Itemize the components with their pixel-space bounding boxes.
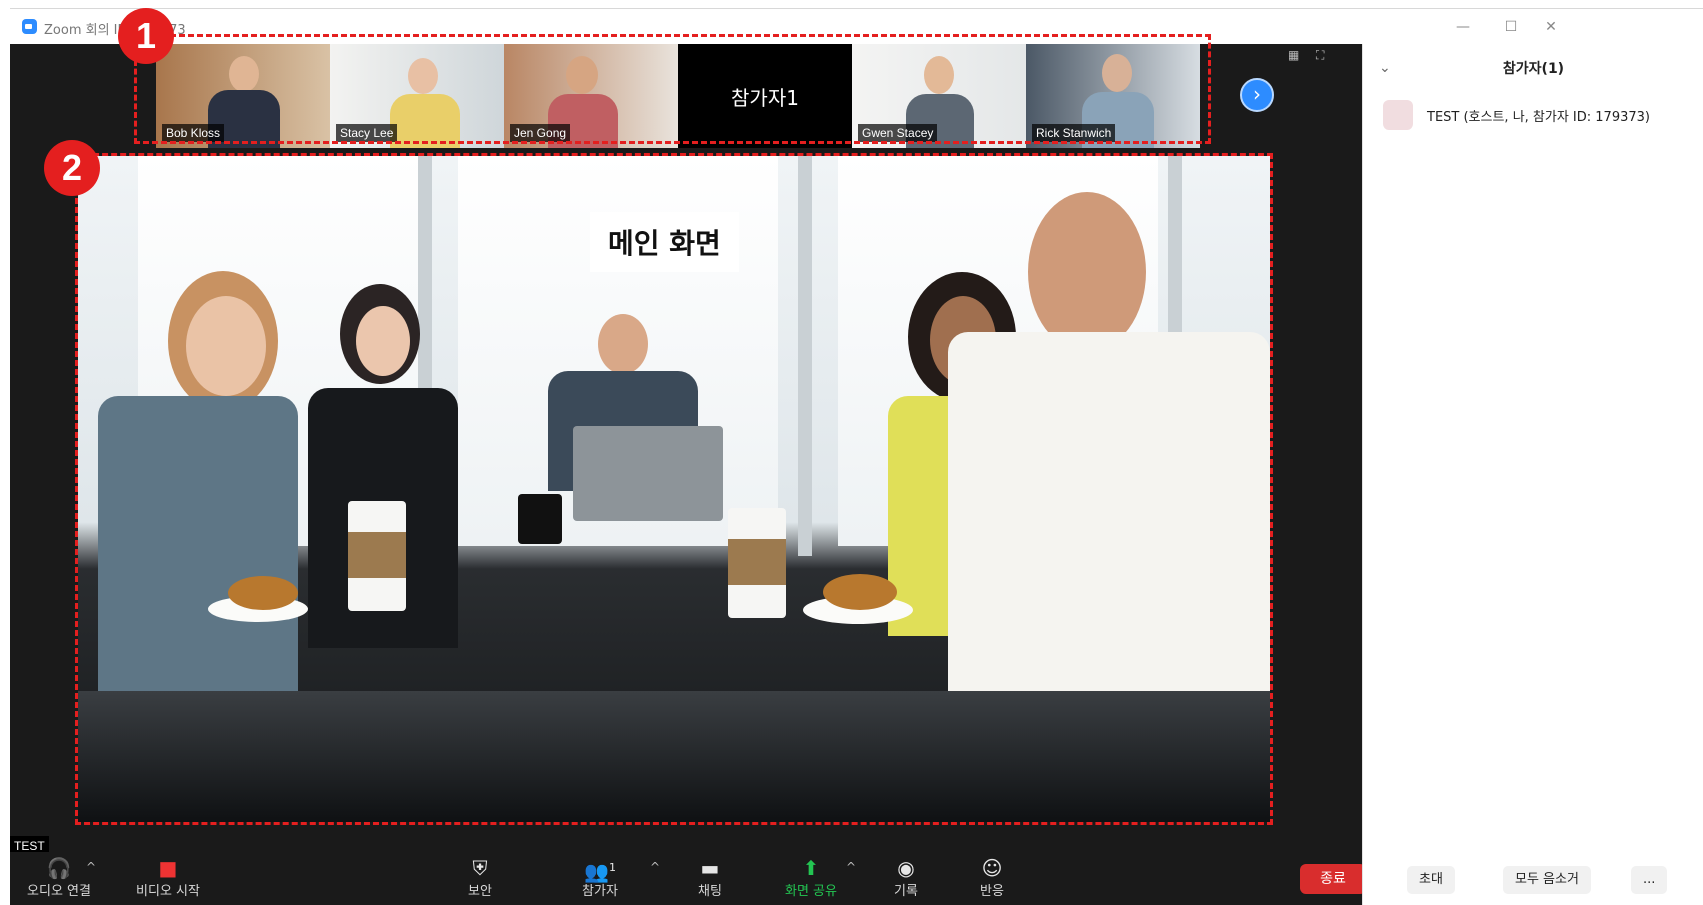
annotation-badge-2: 2 [44,140,100,196]
avatar [1383,100,1413,130]
meeting-person-center [598,314,648,374]
conference-table [78,691,1270,822]
share-arrow-icon: ⬆ [802,856,820,880]
coffee-mug [518,494,562,544]
filmstrip-next-button[interactable]: › [1240,78,1274,112]
croissant [823,574,897,610]
participant-name: Bob Kloss [162,124,225,142]
participants-icon: 👥1 [584,859,616,884]
participant-tile[interactable]: Stacy Lee [330,44,504,148]
maximize-button[interactable]: ☐ [1501,17,1521,37]
participants-count: 1 [608,861,616,874]
participant-name: Jen Gong [510,124,571,142]
video-person [1102,54,1132,92]
video-label: 비디오 시작 [136,884,200,899]
security-button[interactable]: ⛨ 보안 [460,856,500,899]
coffee-cup [348,501,406,611]
video-person [924,56,954,94]
record-button[interactable]: ◉ 기록 [886,856,926,899]
participant-name: Stacy Lee [336,124,398,142]
panel-title: 참가자(1) [1502,61,1565,77]
video-off-icon: ■ [158,856,178,880]
record-label: 기록 [894,884,918,899]
participant-list-item[interactable]: TEST (호스트, 나, 참가자 ID: 179373) [1383,100,1650,130]
participant-tile[interactable]: Bob Kloss [156,44,330,148]
video-person [229,56,259,92]
meeting-toolbar: 🎧 오디오 연결 ^ ■ 비디오 시작 ⛨ 보안 👥1 참가자 ^ ▬ 채팅 ⬆… [10,852,1366,905]
croissant [228,576,298,610]
video-person [408,58,438,94]
annotation-badge-1: 1 [118,8,174,64]
participant-name: Gwen Stacey [858,124,938,142]
participant-tile-no-video[interactable]: 참가자1 [678,44,852,148]
main-screen-label: 메인 화면 [590,212,739,272]
participants-button[interactable]: 👥1 참가자 [570,856,630,899]
security-label: 보안 [468,884,492,899]
meeting-person-left [186,296,266,396]
participant-tile[interactable]: Rick Stanwich [1026,44,1200,148]
share-screen-button[interactable]: ⬆ 화면 공유 [776,856,846,899]
participant-tile[interactable]: Jen Gong [504,44,678,148]
chat-button[interactable]: ▬ 채팅 [690,856,730,899]
participants-label: 참가자 [582,884,618,899]
chat-label: 채팅 [698,884,722,899]
mute-all-button[interactable]: 모두 음소거 [1503,866,1591,894]
reactions-button[interactable]: ☺ 반응 [972,856,1012,899]
chat-bubble-icon: ▬ [700,856,720,880]
audio-label: 오디오 연결 [27,884,91,899]
fullscreen-icon[interactable]: ⛶ [1316,48,1330,62]
coffee-cup [728,508,786,618]
participant-tile[interactable]: Gwen Stacey [852,44,1026,148]
gallery-view-icon[interactable]: ▦ [1288,48,1302,62]
participant-name: Rick Stanwich [1032,124,1116,142]
share-label: 화면 공유 [785,884,837,899]
more-options-button[interactable]: ... [1631,866,1668,894]
record-icon: ◉ [897,856,915,880]
video-person [566,56,598,94]
reactions-label: 반응 [980,884,1004,899]
meeting-person-right [1028,192,1146,352]
participant-name: TEST (호스트, 나, 참가자 ID: 179373) [1427,109,1650,125]
view-options: ▦ ⛶ [1288,48,1330,62]
window-titlebar: Zoom 회의 ID: 179373 — ☐ ✕ [10,8,1703,44]
meeting-person-left-body [98,396,298,696]
shield-icon: ⛨ [472,856,488,880]
participant-filmstrip: Bob Kloss Stacy Lee Jen Gong 참가자1 Gwen S… [156,44,1200,148]
window-frame [798,156,812,556]
laptop [573,426,723,521]
meeting-person-2 [356,306,410,376]
zoom-app-icon [22,19,37,34]
audio-button[interactable]: 🎧 오디오 연결 [24,856,94,899]
headphone-icon: 🎧 [46,856,72,880]
close-button[interactable]: ✕ [1541,17,1561,37]
participants-options-caret[interactable]: ^ [650,860,660,874]
end-meeting-button[interactable]: 종료 [1300,864,1366,894]
video-button[interactable]: ■ 비디오 시작 [126,856,210,899]
smiley-icon: ☺ [981,856,1003,880]
invite-button[interactable]: 초대 [1407,866,1455,894]
participants-panel: ⌄ 참가자(1) TEST (호스트, 나, 참가자 ID: 179373) 초… [1362,44,1703,905]
share-options-caret[interactable]: ^ [846,860,856,874]
minimize-button[interactable]: — [1453,17,1473,37]
video-person-body [390,94,460,148]
participant-name: 참가자1 [731,85,799,110]
audio-options-caret[interactable]: ^ [86,860,96,874]
